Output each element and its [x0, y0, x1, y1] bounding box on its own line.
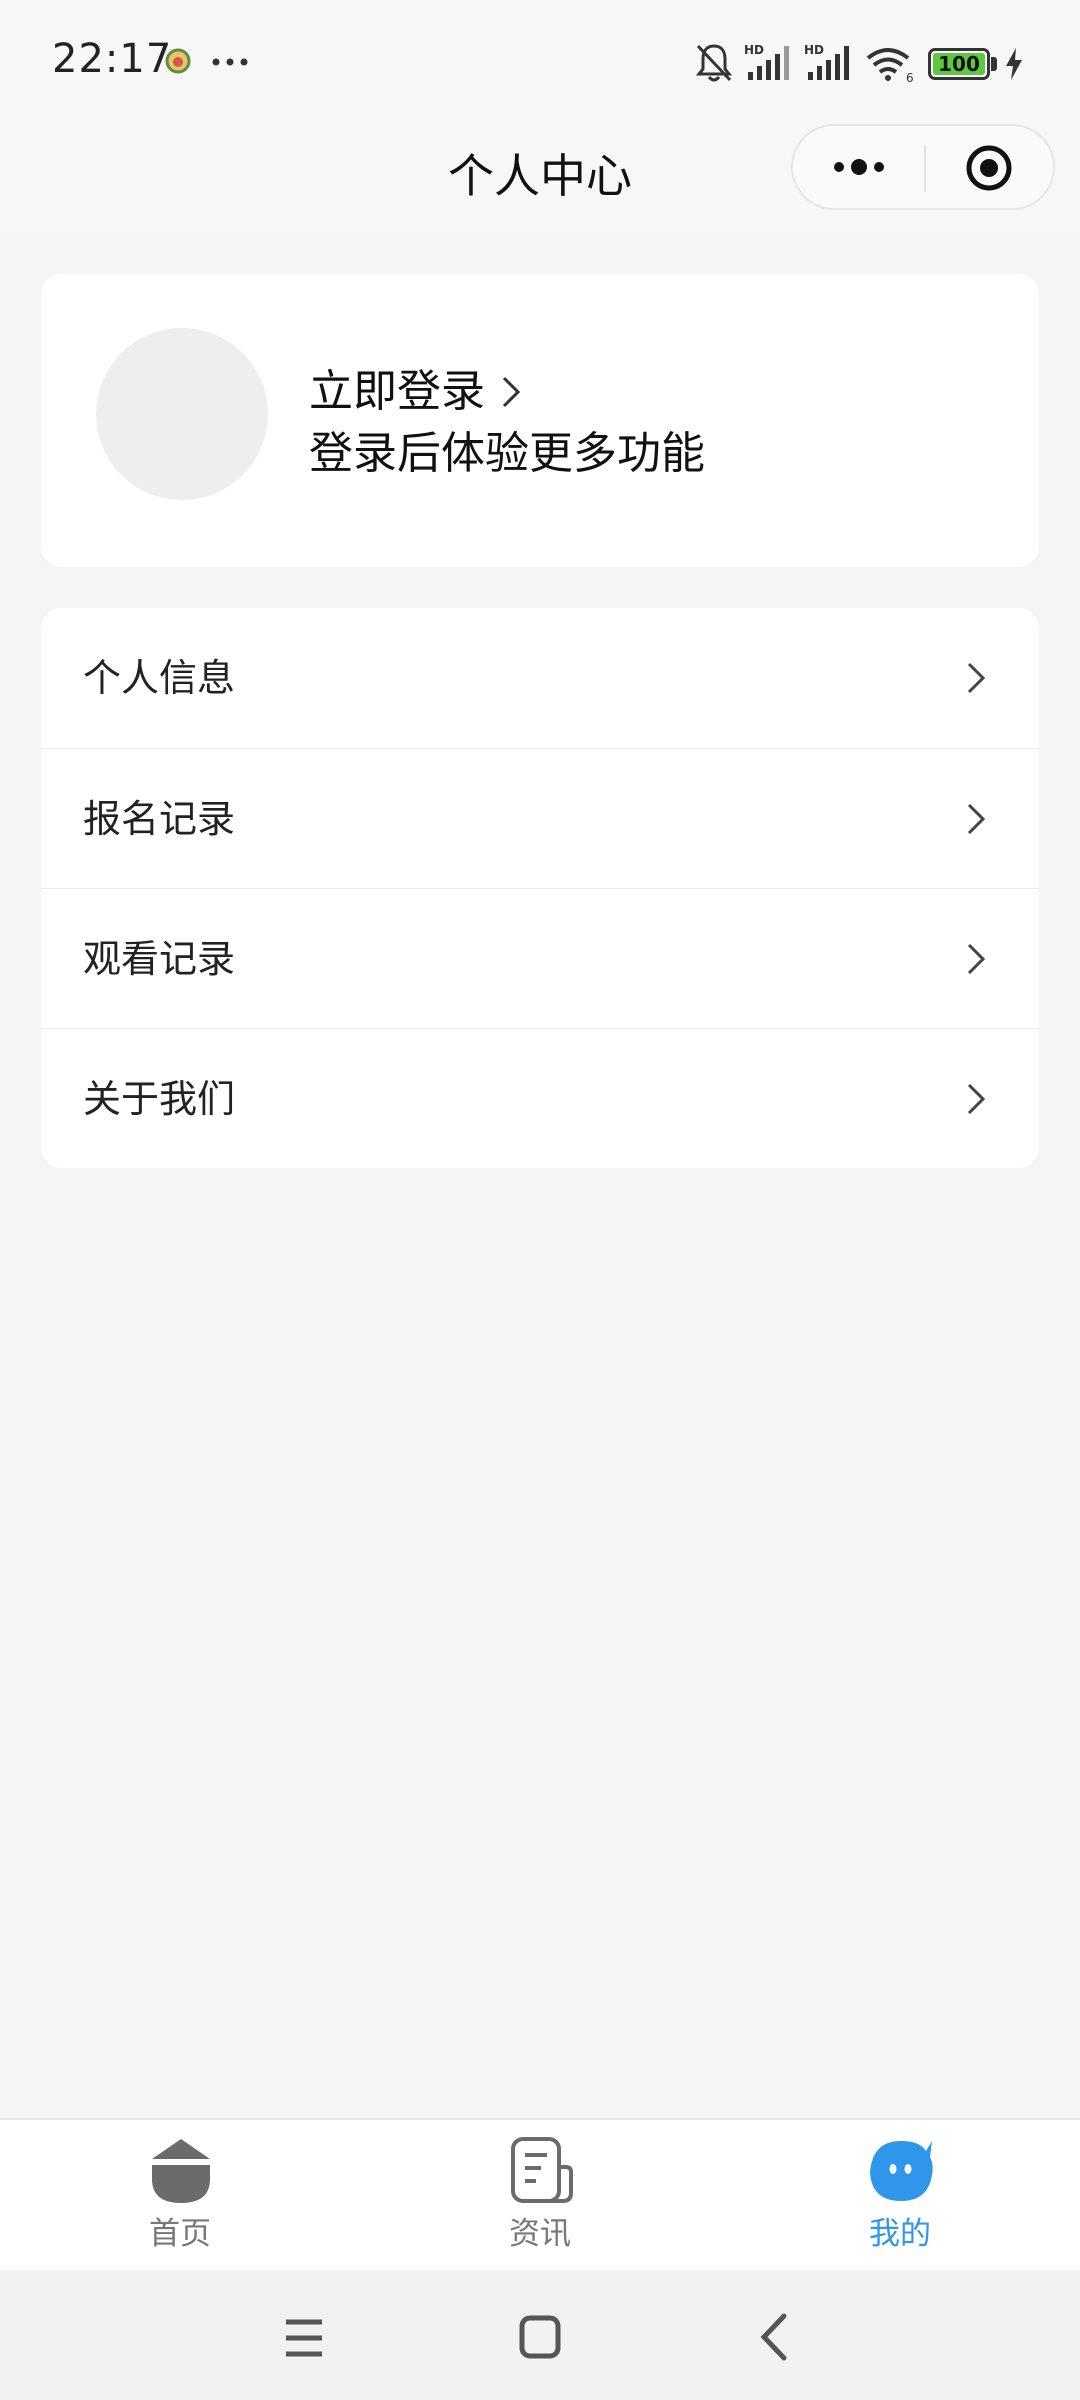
home-square-icon[interactable]: [510, 2310, 570, 2366]
menu-item-viewing-records[interactable]: 观看记录: [41, 889, 1039, 1029]
target-close-icon: [966, 145, 1012, 191]
login-card: 立即登录 登录后体验更多功能: [41, 274, 1039, 567]
battery-icon: 100: [928, 48, 990, 80]
mute-bell-icon: [695, 44, 733, 82]
home-icon: [152, 2139, 210, 2203]
avatar[interactable]: [96, 328, 268, 500]
menu-icon[interactable]: [274, 2310, 334, 2366]
tab-bar: 首页 资讯 我的: [0, 2118, 1080, 2270]
chevron-right-icon: [502, 376, 521, 408]
mini-program-capsule: [791, 124, 1055, 210]
login-link[interactable]: 立即登录: [309, 362, 523, 422]
menu-item-label: 观看记录: [83, 937, 236, 981]
app-icon: [165, 48, 191, 74]
menu-item-personal-info[interactable]: 个人信息: [41, 608, 1039, 748]
charging-icon: [1006, 48, 1022, 80]
wifi-icon: 6: [866, 48, 914, 84]
tab-home[interactable]: 首页: [0, 2120, 360, 2270]
system-nav-bar: [0, 2270, 1080, 2400]
more-dots-icon: [834, 159, 884, 175]
tab-label: 资讯: [509, 2216, 571, 2252]
login-subtitle: 登录后体验更多功能: [309, 428, 705, 479]
status-time: 22:17: [52, 36, 173, 82]
svg-text:HD: HD: [744, 43, 764, 57]
tab-label: 首页: [149, 2216, 211, 2252]
svg-text:6: 6: [906, 71, 914, 84]
menu-item-registration-records[interactable]: 报名记录: [41, 749, 1039, 889]
battery-tip: [991, 57, 997, 71]
menu-item-label: 个人信息: [83, 656, 236, 700]
chevron-right-icon: [967, 943, 986, 975]
chevron-right-icon: [967, 803, 986, 835]
status-bar: 22:17 HD HD 6 100: [0, 0, 1080, 120]
svg-text:HD: HD: [804, 43, 824, 57]
chevron-right-icon: [967, 662, 986, 694]
profile-face-icon: [870, 2141, 933, 2201]
chevron-right-icon: [967, 1083, 986, 1115]
menu-item-label: 报名记录: [83, 797, 236, 841]
hd-signal-icon: HD: [804, 43, 849, 80]
tab-news[interactable]: 资讯: [360, 2120, 720, 2270]
news-icon: [511, 2137, 573, 2203]
hd-signal-icon: HD: [744, 43, 789, 80]
login-label: 立即登录: [309, 366, 485, 417]
back-icon[interactable]: [746, 2310, 806, 2366]
more-dots-icon: [212, 58, 248, 66]
menu-list: 个人信息 报名记录 观看记录 关于我们: [41, 608, 1039, 1168]
capsule-more-button[interactable]: [793, 126, 924, 208]
menu-item-about-us[interactable]: 关于我们: [41, 1029, 1039, 1168]
menu-item-label: 关于我们: [83, 1077, 236, 1121]
tab-label: 我的: [869, 2216, 931, 2252]
nav-bar: 个人中心: [0, 120, 1080, 232]
battery-level: 100: [938, 52, 980, 76]
tab-mine[interactable]: 我的: [720, 2120, 1080, 2270]
capsule-close-button[interactable]: [926, 126, 1053, 208]
